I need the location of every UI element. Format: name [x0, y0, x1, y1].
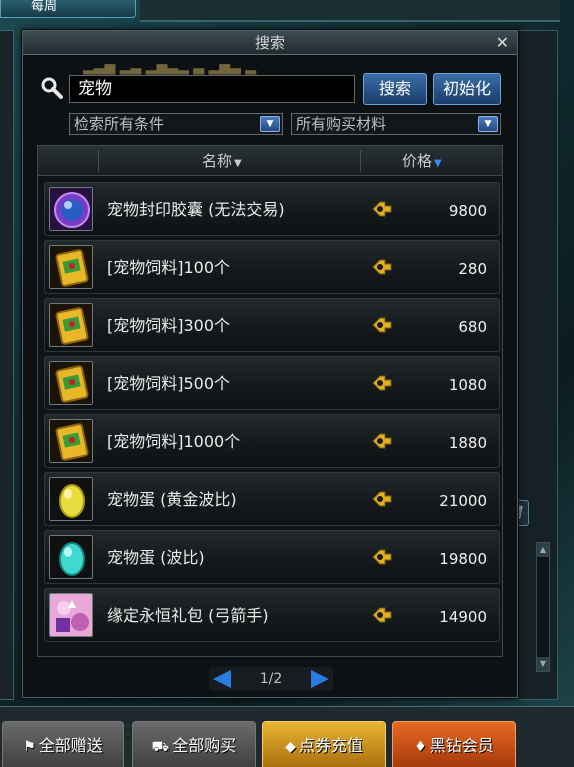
- item-name: [宠物饲料]100个: [107, 258, 231, 277]
- coupon-icon: [372, 317, 392, 333]
- sort-down-icon: ▼: [434, 158, 442, 169]
- item-name: 缘定永恒礼包 (弓箭手): [107, 606, 269, 625]
- close-icon[interactable]: ✕: [496, 31, 509, 55]
- condition-select[interactable]: 检索所有条件 ▼: [69, 113, 283, 135]
- pet-food-icon: [49, 419, 93, 463]
- item-price: 1080: [448, 376, 487, 394]
- materials-select-value: 所有购买材料: [296, 115, 387, 133]
- purple-orb-icon: [49, 187, 93, 231]
- scroll-up-icon[interactable]: ▲: [537, 543, 549, 557]
- vip-label: 黑钻会员: [429, 736, 494, 755]
- list-item[interactable]: [宠物饲料]500个 1080: [44, 356, 500, 410]
- name-column-label: 名称: [202, 152, 233, 170]
- pet-food-icon: [49, 303, 93, 347]
- header-divider: [98, 150, 99, 172]
- header-divider: [360, 150, 361, 172]
- list-item[interactable]: [宠物饲料]1000个 1880: [44, 414, 500, 468]
- coupon-icon: ◆: [285, 739, 296, 755]
- buy-all-button[interactable]: ⛟ 全部购买: [132, 721, 256, 767]
- chevron-down-icon[interactable]: ▼: [478, 116, 498, 132]
- item-name: [宠物饲料]500个: [107, 374, 231, 393]
- item-price: 21000: [439, 492, 487, 510]
- gift-all-label: 全部赠送: [38, 736, 103, 755]
- item-name: [宠物饲料]300个: [107, 316, 231, 335]
- background-left-panel: [0, 30, 14, 700]
- item-price: 19800: [439, 550, 487, 568]
- list-item[interactable]: [宠物饲料]100个 280: [44, 240, 500, 294]
- weekly-tab[interactable]: 每周: [0, 0, 136, 18]
- list-item[interactable]: 宠物蛋 (波比) 19800: [44, 530, 500, 584]
- coupon-icon: [372, 433, 392, 449]
- item-name: 宠物封印胶囊 (无法交易): [107, 200, 285, 219]
- item-price: 280: [458, 260, 487, 278]
- chevron-down-icon[interactable]: ▼: [260, 116, 280, 132]
- window-title: 搜索: [254, 34, 285, 52]
- list-header: 名称 ▼ 价格 ▼: [38, 146, 502, 176]
- list-item[interactable]: 宠物蛋 (黄金波比) 21000: [44, 472, 500, 526]
- reset-button[interactable]: 初始化: [433, 73, 501, 105]
- pet-food-icon: [49, 361, 93, 405]
- search-window: 搜索 ✕ ▂▃▅ ▂▃ ▂▅▃▂ ▃ ▂▅▃ ▂ 宠物 搜索 初始化 检索所有条…: [22, 30, 518, 698]
- condition-select-value: 检索所有条件: [74, 115, 165, 133]
- gift-icon: ⚑: [23, 739, 36, 755]
- item-name: 宠物蛋 (波比): [107, 548, 205, 567]
- search-button[interactable]: 搜索: [363, 73, 427, 105]
- item-price: 1880: [448, 434, 487, 452]
- list-item[interactable]: [宠物饲料]300个 680: [44, 298, 500, 352]
- gift-pack-icon: [49, 593, 93, 637]
- window-title-bar[interactable]: 搜索 ✕: [23, 31, 517, 55]
- pet-food-icon: [49, 245, 93, 289]
- bottom-action-bar: ⚑ 全部赠送 ⛟ 全部购买 ◆ 点券充值 ♦ 黑钻会员: [0, 706, 574, 767]
- recharge-label: 点券充值: [298, 736, 363, 755]
- vip-button[interactable]: ♦ 黑钻会员: [392, 721, 516, 767]
- diamond-icon: ♦: [414, 739, 427, 755]
- recharge-button[interactable]: ◆ 点券充值: [262, 721, 386, 767]
- price-column-label: 价格: [402, 152, 433, 170]
- buy-all-label: 全部购买: [172, 736, 237, 755]
- coupon-icon: [372, 259, 392, 275]
- item-list: 名称 ▼ 价格 ▼ 宠物封印胶囊 (无法交易) 9800 [宠物饲料]100个 28…: [37, 145, 503, 657]
- price-column-header[interactable]: 价格 ▼: [402, 146, 442, 179]
- coupon-icon: [372, 201, 392, 217]
- sort-down-icon: ▼: [234, 158, 242, 169]
- cyan-egg-icon: [49, 535, 93, 579]
- background-scrollbar[interactable]: ▲ ▼: [536, 542, 550, 672]
- cart-icon: ⛟: [151, 739, 170, 755]
- name-column-header[interactable]: 名称 ▼: [202, 146, 242, 179]
- item-name: 宠物蛋 (黄金波比): [107, 490, 237, 509]
- item-name: [宠物饲料]1000个: [107, 432, 241, 451]
- search-icon: [41, 77, 63, 99]
- list-item[interactable]: 缘定永恒礼包 (弓箭手) 14900: [44, 588, 500, 642]
- next-page-icon[interactable]: [311, 670, 329, 688]
- item-price: 680: [458, 318, 487, 336]
- gift-all-button[interactable]: ⚑ 全部赠送: [2, 721, 124, 767]
- coupon-icon: [372, 491, 392, 507]
- gold-egg-icon: [49, 477, 93, 521]
- coupon-icon: [372, 549, 392, 565]
- pagination: 1/2: [209, 667, 333, 691]
- coupon-icon: [372, 375, 392, 391]
- list-item[interactable]: 宠物封印胶囊 (无法交易) 9800: [44, 182, 500, 236]
- background-strip: [140, 0, 560, 22]
- search-input[interactable]: 宠物: [69, 75, 355, 103]
- item-price: 9800: [448, 202, 487, 220]
- item-price: 14900: [439, 608, 487, 626]
- materials-select[interactable]: 所有购买材料 ▼: [291, 113, 501, 135]
- background-banner: ▂▃▅ ▂▃ ▂▅▃▂ ▃ ▂▅▃ ▂: [83, 59, 256, 75]
- coupon-icon: [372, 607, 392, 623]
- scroll-down-icon[interactable]: ▼: [537, 657, 549, 671]
